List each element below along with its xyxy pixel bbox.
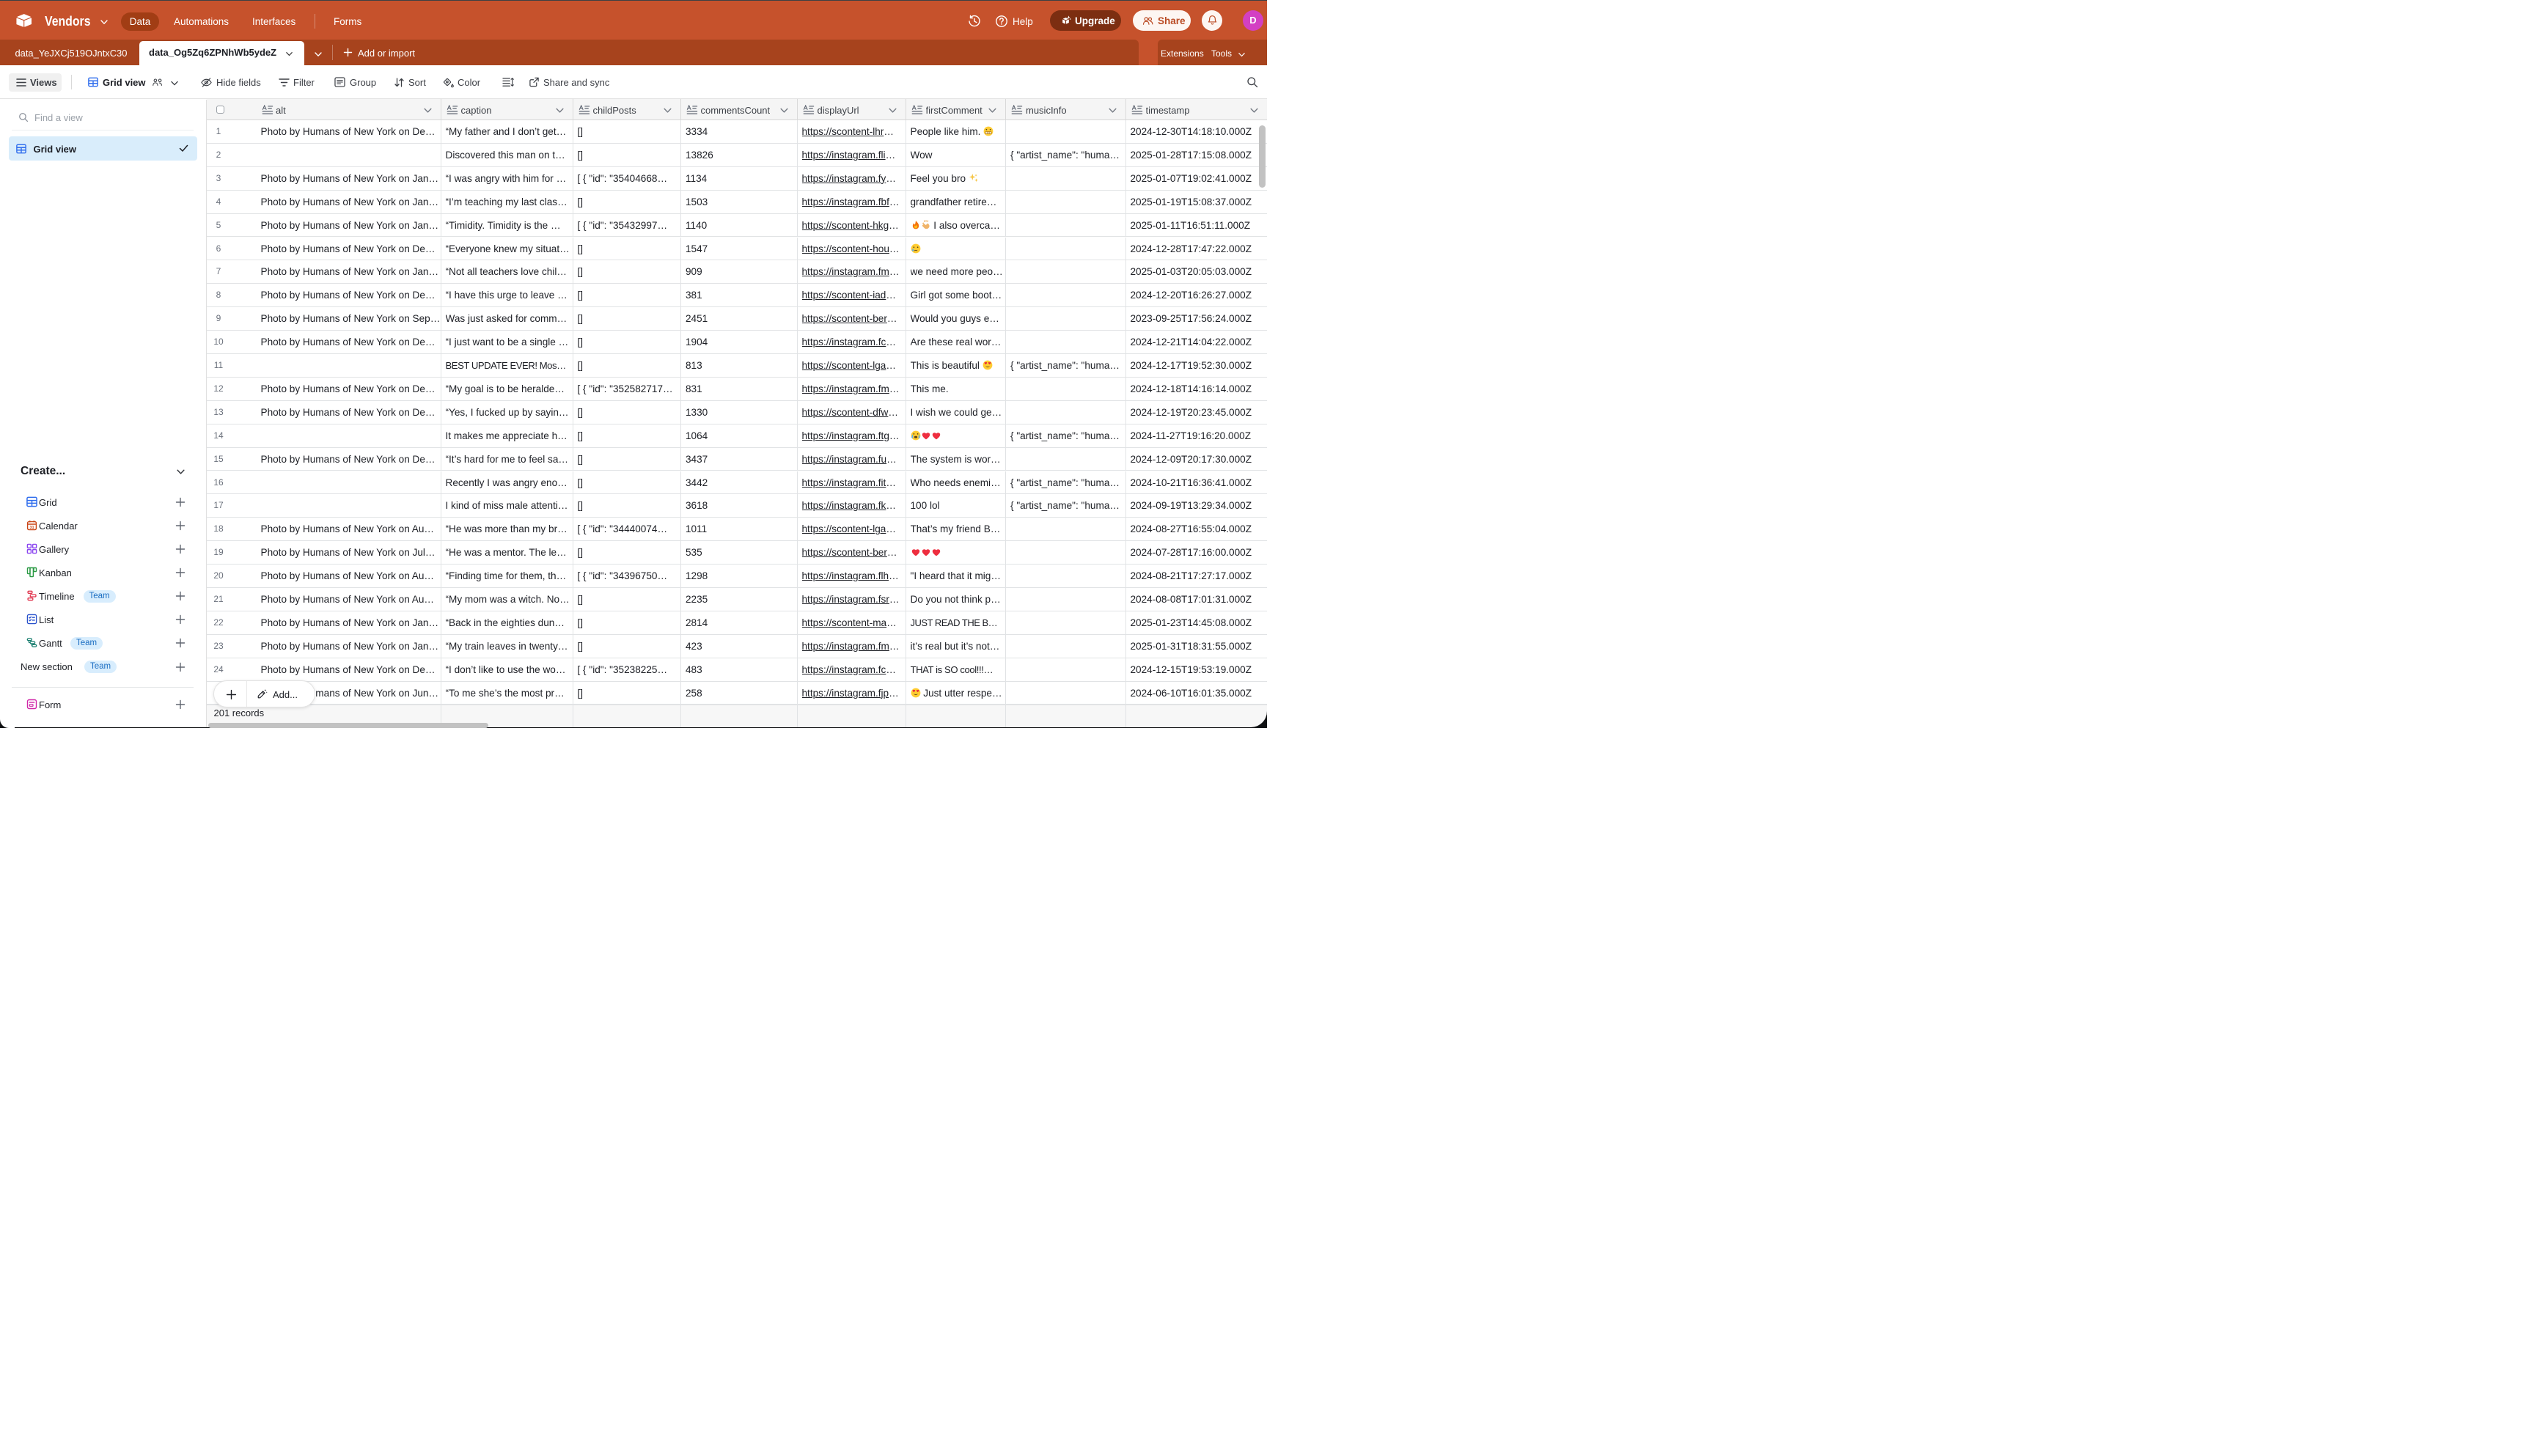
svg-text:31: 31 [29, 526, 34, 530]
